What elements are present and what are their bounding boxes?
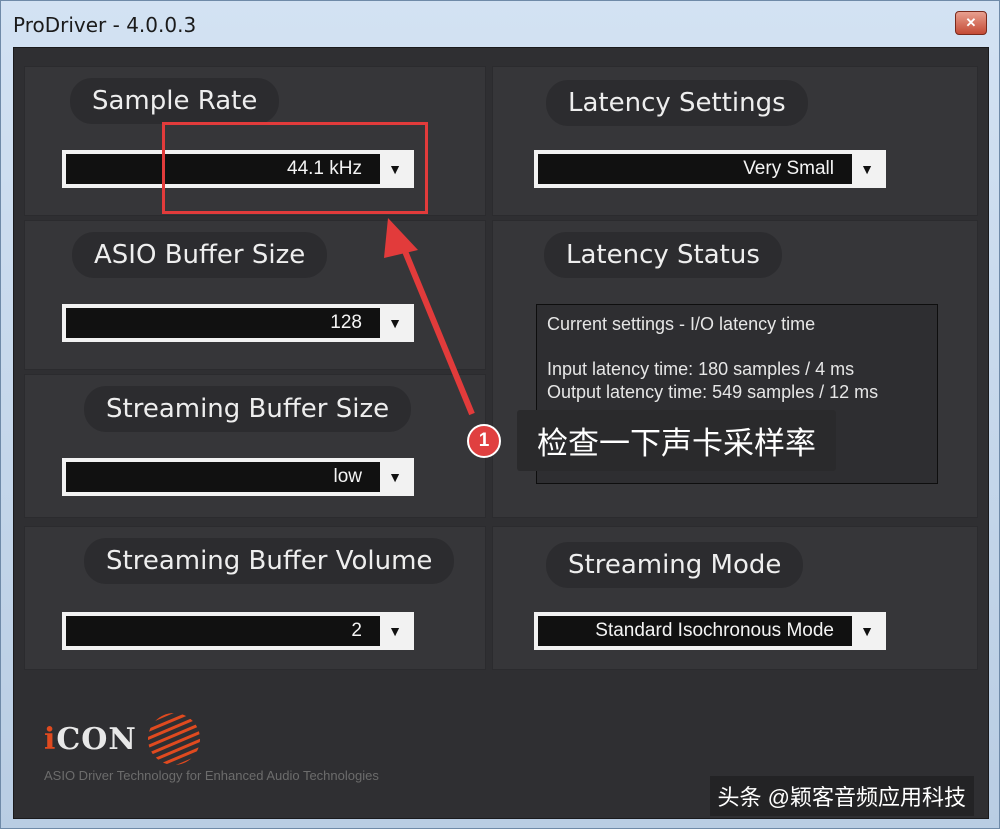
chevron-down-icon: ▼ — [860, 623, 874, 639]
asio-buffer-value: 128 — [66, 308, 380, 338]
latency-settings-label: Latency Settings — [546, 80, 808, 126]
watermark-text: 头条 @颖客音频应用科技 — [709, 776, 974, 816]
latency-settings-dropdown[interactable]: Very Small ▼ — [534, 150, 886, 188]
streaming-mode-label: Streaming Mode — [546, 542, 804, 588]
latency-status-heading: Current settings - I/O latency time — [547, 314, 816, 334]
annotation-callout: 1 检查一下声卡采样率 — [467, 410, 836, 471]
streaming-mode-value: Standard Isochronous Mode — [538, 616, 852, 646]
logo-subtitle: ASIO Driver Technology for Enhanced Audi… — [44, 768, 379, 783]
chevron-down-icon: ▼ — [860, 161, 874, 177]
logo-con: CON — [56, 721, 137, 757]
latency-settings-value: Very Small — [538, 154, 852, 184]
client-area: Sample Rate 44.1 kHz ▼ ASIO Buffer Size … — [13, 47, 989, 819]
icon-logo: iCON — [44, 710, 203, 768]
chevron-down-icon: ▼ — [388, 623, 402, 639]
window-title: ProDriver - 4.0.0.3 — [13, 13, 197, 37]
step-number-badge: 1 — [467, 423, 501, 458]
chevron-down-icon: ▼ — [388, 469, 402, 485]
close-button[interactable]: ✕ — [955, 11, 987, 35]
stream-buffer-volume-value: 2 — [66, 616, 380, 646]
stream-buffer-size-value: low — [66, 462, 380, 492]
annotation-arrow-icon — [384, 218, 475, 416]
stream-buffer-volume-dropdown[interactable]: 2 ▼ — [62, 612, 414, 650]
output-latency-text: Output latency time: 549 samples / 12 ms — [547, 382, 879, 402]
close-icon: ✕ — [965, 15, 977, 30]
prodriver-window: ProDriver - 4.0.0.3 ✕ Sample Rate 44.1 k… — [0, 0, 1000, 829]
stream-buffer-size-label: Streaming Buffer Size — [84, 386, 412, 432]
stream-buffer-size-dropdown[interactable]: low ▼ — [62, 458, 414, 496]
title-bar[interactable]: ProDriver - 4.0.0.3 ✕ — [1, 1, 999, 47]
logo-i: i — [44, 721, 57, 757]
asio-buffer-label: ASIO Buffer Size — [72, 232, 328, 278]
annotation-text: 检查一下声卡采样率 — [517, 410, 836, 471]
sample-rate-highlight-box — [162, 122, 428, 214]
latency-status-label: Latency Status — [544, 232, 782, 278]
striped-globe-icon — [147, 713, 200, 765]
stream-buffer-volume-label: Streaming Buffer Volume — [84, 538, 455, 584]
sample-rate-label: Sample Rate — [70, 78, 280, 124]
asio-buffer-dropdown[interactable]: 128 ▼ — [62, 304, 414, 342]
streaming-mode-dropdown[interactable]: Standard Isochronous Mode ▼ — [534, 612, 886, 650]
input-latency-text: Input latency time: 180 samples / 4 ms — [547, 359, 855, 379]
